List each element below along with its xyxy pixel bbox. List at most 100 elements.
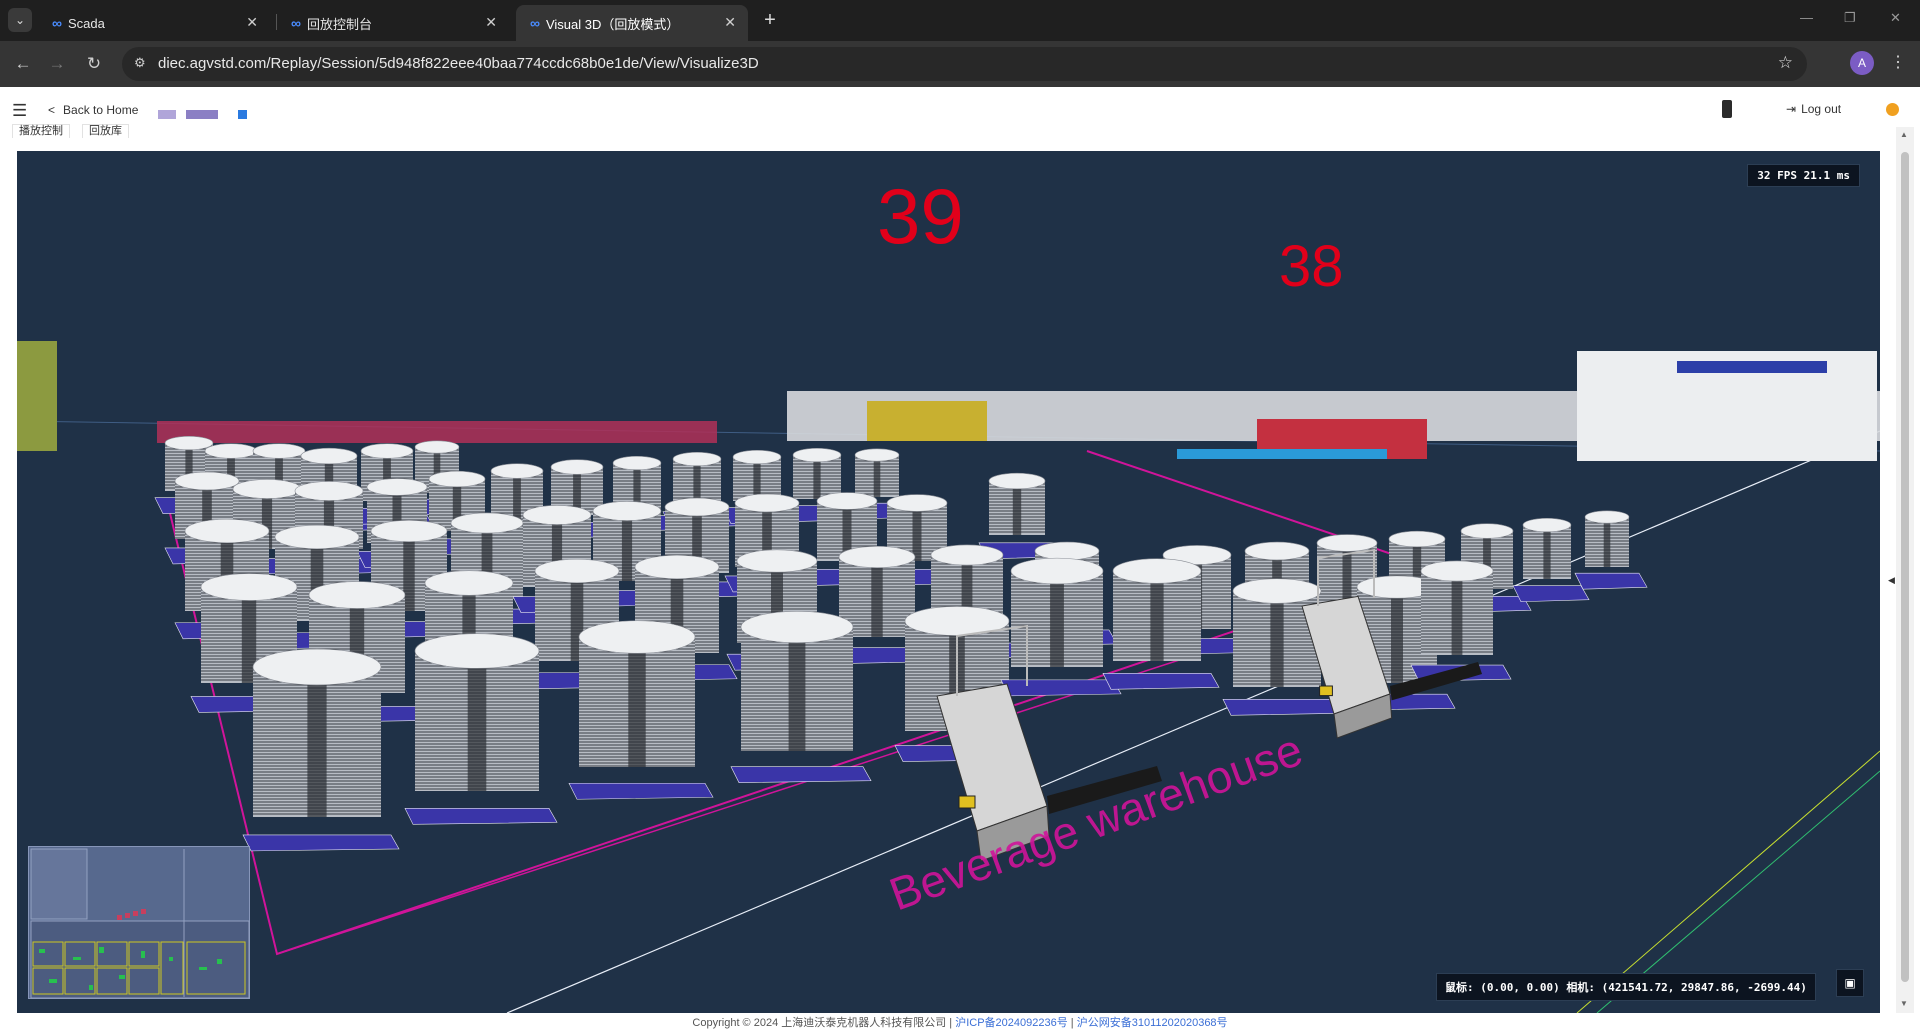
infinity-icon: ∞ xyxy=(291,15,301,31)
tab-scada[interactable]: ∞ Scada ✕ xyxy=(38,5,270,41)
cassette-top xyxy=(184,518,270,544)
site-info-icon[interactable]: ⚙ xyxy=(134,55,146,71)
page-scrollbar[interactable]: ▲ ▼ xyxy=(1896,127,1914,1013)
rack-row xyxy=(157,421,717,443)
footer-separator: | xyxy=(1067,1017,1077,1029)
url-field[interactable]: ⚙ diec.agvstd.com/Replay/Session/5d948f8… xyxy=(122,47,1807,81)
cassette-top xyxy=(838,546,916,568)
cassette-top xyxy=(792,447,842,463)
cassette-top xyxy=(204,443,258,459)
cassette-top xyxy=(424,570,514,596)
device-icon[interactable] xyxy=(1722,100,1732,118)
copyright-text: Copyright © 2024 上海迪沃泰克机器人科技有限公司 | xyxy=(692,1017,956,1029)
reload-icon[interactable]: ↻ xyxy=(82,52,106,76)
new-tab-button[interactable]: + xyxy=(758,8,782,32)
subtab-replay-library[interactable]: 回放库 xyxy=(82,124,129,138)
cassette-spine xyxy=(628,637,646,767)
cassette-top xyxy=(1232,578,1322,604)
scroll-up-icon[interactable]: ▲ xyxy=(1900,130,1908,139)
notification-icon[interactable] xyxy=(1886,103,1899,116)
tab-visual-3d[interactable]: ∞ Visual 3D（回放模式） ✕ xyxy=(516,5,748,41)
back-icon[interactable]: ← xyxy=(11,52,35,76)
cassette-spine xyxy=(788,627,806,751)
cassette-top xyxy=(592,501,662,521)
collapse-panel-icon[interactable]: ◀ xyxy=(1888,575,1895,586)
url-text: diec.agvstd.com/Replay/Session/5d948f822… xyxy=(158,55,759,72)
cassette-top xyxy=(534,558,620,584)
profile-initial: A xyxy=(1857,56,1866,70)
pallet xyxy=(1102,673,1220,690)
window-close-icon[interactable]: ✕ xyxy=(1890,10,1901,26)
restore-icon[interactable]: ❐ xyxy=(1844,10,1856,26)
forward-icon[interactable]: → xyxy=(45,52,69,76)
fullscreen-button[interactable]: ▣ xyxy=(1836,969,1864,997)
pallet xyxy=(242,834,400,852)
cassette-top xyxy=(370,520,448,542)
icp-link[interactable]: 沪ICP备2024092236号 xyxy=(955,1017,1068,1029)
color-legend-swatch xyxy=(158,110,176,119)
close-icon[interactable]: ✕ xyxy=(246,14,258,31)
agv-warning-label xyxy=(1319,685,1333,697)
minimize-icon[interactable]: — xyxy=(1800,10,1813,25)
cassette-top xyxy=(988,472,1046,490)
close-icon[interactable]: ✕ xyxy=(724,14,736,31)
browser-tab-bar: ⌄ ∞ Scada ✕ ∞ 回放控制台 ✕ ∞ Visual 3D（回放模式） … xyxy=(0,0,1920,41)
browser-menu-icon[interactable]: ⋮ xyxy=(1890,52,1906,72)
warehouse-scene: Beverage warehouse xyxy=(17,341,1880,1013)
cassette-top xyxy=(550,459,604,475)
cassette-top xyxy=(1010,557,1104,585)
logout-label: Log out xyxy=(1801,102,1842,116)
pallet xyxy=(730,766,872,783)
cassette-top xyxy=(450,512,524,534)
cassette-spine xyxy=(1391,587,1403,683)
cassette-top xyxy=(736,549,818,573)
cassette-top xyxy=(734,493,800,513)
cassette-top xyxy=(672,451,722,467)
chevron-left-icon: < xyxy=(48,103,56,117)
cassette-top xyxy=(1112,558,1202,584)
cassette-spine xyxy=(1543,525,1551,579)
pallet xyxy=(1222,699,1340,716)
infinity-icon: ∞ xyxy=(52,15,62,31)
menu-icon[interactable]: ☰ xyxy=(12,101,27,121)
tab-label: Scada xyxy=(67,15,105,31)
cassette-top xyxy=(232,479,302,499)
cassette-top xyxy=(252,648,382,686)
agv-warning-label xyxy=(958,795,976,809)
cassette-spine xyxy=(403,531,415,611)
footer: Copyright © 2024 上海迪沃泰克机器人科技有限公司 | 沪ICP备… xyxy=(0,1014,1920,1032)
logout-button[interactable]: ⇥ Log out xyxy=(1786,102,1841,116)
pallet xyxy=(404,808,558,825)
logout-icon: ⇥ xyxy=(1786,102,1797,116)
police-record-link[interactable]: 沪公网安备31011202020368号 xyxy=(1077,1017,1228,1029)
cassette-spine xyxy=(871,557,883,637)
color-legend-swatch xyxy=(238,110,247,119)
profile-avatar[interactable]: A xyxy=(1850,51,1874,75)
bookmark-star-icon[interactable]: ☆ xyxy=(1778,53,1793,73)
minimap[interactable] xyxy=(28,846,250,999)
zone-number-39: 39 xyxy=(877,172,964,260)
cassette-top xyxy=(1034,541,1100,561)
tab-label: Visual 3D（回放模式） xyxy=(545,16,680,32)
cassette-top xyxy=(414,440,460,454)
color-legend-swatch xyxy=(186,110,218,119)
zone-number-38: 38 xyxy=(1279,234,1344,299)
cassette-top xyxy=(816,492,878,510)
cassette-spine xyxy=(912,503,922,561)
cassette-top xyxy=(930,544,1004,566)
tab-search-icon[interactable]: ⌄ xyxy=(8,8,32,32)
cassette-top xyxy=(164,435,214,451)
scrollbar-thumb[interactable] xyxy=(1901,152,1909,982)
subtab-playback-control[interactable]: 播放控制 xyxy=(12,124,70,138)
cassette-top xyxy=(1388,530,1446,548)
3d-viewport[interactable]: Beverage warehouse 39 38 32 FPS 21.1 ms … xyxy=(17,151,1880,1013)
tab-replay-console[interactable]: ∞ 回放控制台 ✕ xyxy=(277,5,509,41)
back-to-home-link[interactable]: < Back to Home xyxy=(48,103,138,117)
scroll-down-icon[interactable]: ▼ xyxy=(1900,999,1908,1008)
app-header: ☰ < Back to Home 播放控制 回放库 ⇥ Log out xyxy=(0,87,1920,149)
close-icon[interactable]: ✕ xyxy=(485,14,497,31)
machine-block xyxy=(867,401,987,441)
cassette-top xyxy=(1460,523,1514,539)
cassette-top xyxy=(274,524,360,550)
cassette-top xyxy=(664,497,730,517)
